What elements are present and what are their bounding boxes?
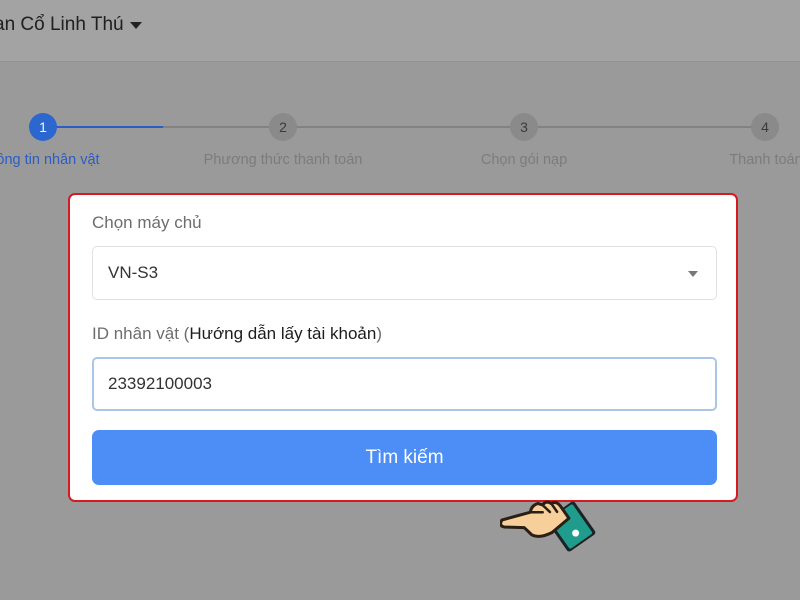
chevron-down-icon: [688, 271, 698, 277]
step-2-label: Phương thức thanh toán: [203, 152, 363, 168]
step-connector: [163, 126, 283, 128]
step-4-label: Thanh toán: [729, 152, 800, 168]
step-3-label: Chọn gói nạp: [480, 152, 568, 168]
top-header-bar: ạn Cổ Linh Thú: [0, 0, 800, 62]
caret-down-icon: [129, 21, 142, 29]
character-id-label: ID nhân vật (Hướng dẫn lấy tài khoản): [92, 324, 382, 344]
character-id-label-close: ): [376, 324, 382, 343]
character-info-form: Chọn máy chủ VN-S3 ID nhân vật (Hướng dẫ…: [68, 193, 738, 502]
step-3-circle: 3: [510, 113, 538, 141]
step-2-circle: 2: [269, 113, 297, 141]
server-label: Chọn máy chủ: [92, 213, 202, 232]
step-connector: [524, 126, 765, 128]
search-button[interactable]: Tìm kiếm: [92, 430, 717, 485]
pointing-hand-icon: [500, 500, 596, 552]
step-1-label: ông tin nhân vật: [0, 152, 100, 168]
server-selected-value: VN-S3: [108, 263, 159, 282]
step-progress-line: [43, 126, 163, 128]
step-connector: [283, 126, 524, 128]
character-id-label-text: ID nhân vật (: [92, 324, 190, 343]
step-4-circle: 4: [751, 113, 779, 141]
game-name: ạn Cổ Linh Thú: [0, 14, 124, 35]
step-1-circle: 1: [29, 113, 57, 141]
payment-stepper: 1 2 3 4 ông tin nhân vật Phương thức tha…: [0, 110, 800, 170]
game-selector[interactable]: ạn Cổ Linh Thú: [0, 12, 142, 38]
server-select[interactable]: VN-S3: [92, 246, 717, 300]
account-guide-link[interactable]: Hướng dẫn lấy tài khoản: [189, 324, 376, 343]
character-id-input[interactable]: [92, 357, 717, 411]
